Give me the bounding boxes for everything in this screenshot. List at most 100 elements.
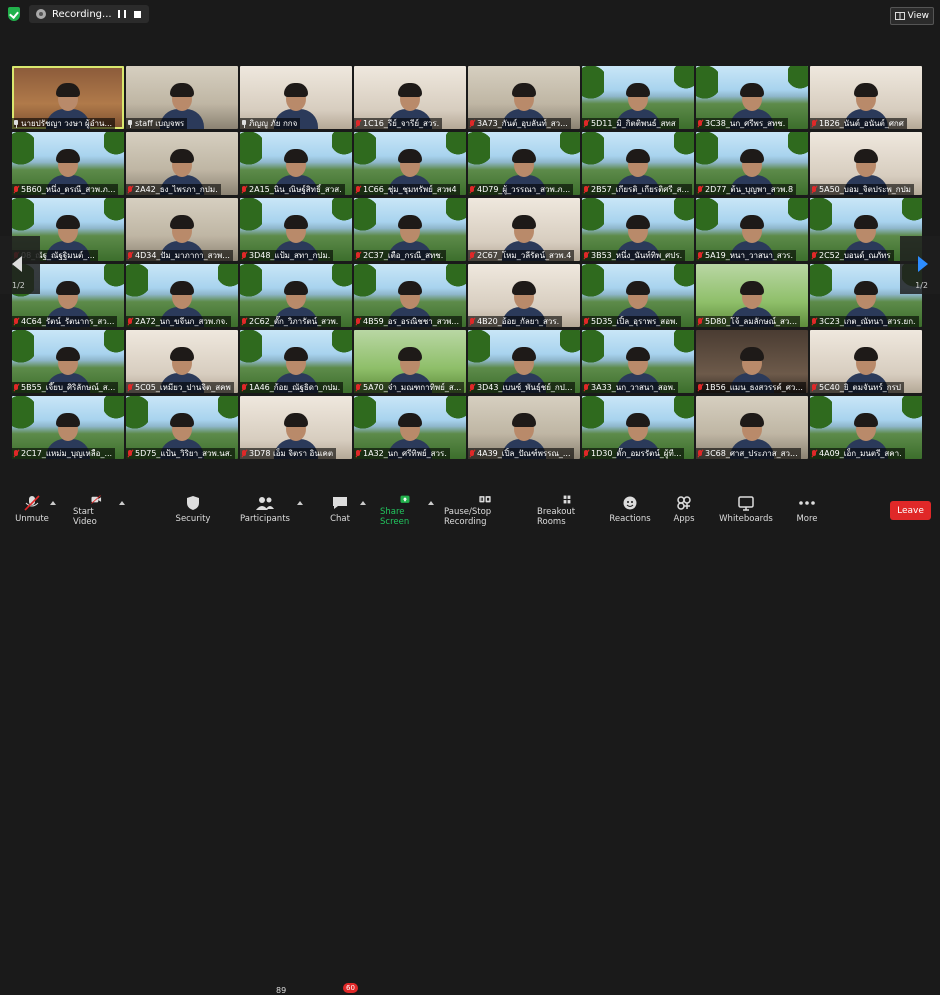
unmute-button[interactable]: Unmute [14,495,50,527]
chat-unread-badge: 60 [343,983,358,993]
participant-name: 3D78 เอ็ม จิตรา อินเคต [249,449,334,458]
participant-video-tile[interactable]: 4A09_เอ็ก_มนตรี_สคา. [810,396,922,459]
mic-muted-icon [355,383,361,392]
participant-video-tile[interactable]: 4B59_อร_อรณิชชา_สวพ... [354,264,466,327]
participant-name: 2D77_ต้น_บุญพา_สวพ.8 [705,185,794,194]
more-button[interactable]: More [793,495,821,527]
participant-name-label: ภิญญู ภัย กกจ [240,118,301,129]
mic-muted-icon [583,449,589,458]
participant-video-tile[interactable]: 5D11_มิ_กิตติพนธ์_สทส [582,66,694,129]
participant-video-tile[interactable]: 2C62_ตั๊ก_วิภารัตน์_สวพ. [240,264,352,327]
pause-recording-icon[interactable] [118,10,126,18]
chat-options-caret[interactable] [360,501,366,505]
pin-icon [241,119,247,128]
participant-name: 2C52_บอนด์_ณภัทร [819,251,891,260]
whiteboards-button[interactable]: Whiteboards [719,495,773,527]
participant-name-label: 5A19_หนา_วาสนา_สวร. [696,250,797,261]
participant-video-tile[interactable]: 5D80_โจ้_ลมลักษณ์_สว... [696,264,808,327]
participants-label: Participants [240,514,290,524]
participant-video-tile[interactable]: 3A33_นก_วาสนา_สอพ. [582,330,694,393]
participant-video-tile[interactable]: 5D75_แป้น_วิริยา_สวพ.นส. [126,396,238,459]
participant-video-tile[interactable]: 1C16_รีย์_จารีย์_สวร. [354,66,466,129]
participant-video-tile[interactable]: 5B60_หนึ่ง_ดรณี_สวพ.ภ... [12,132,124,195]
next-page-button[interactable]: 1/2 [900,236,940,294]
mic-muted-icon [241,449,247,458]
participant-video-tile[interactable]: 5A50_บอม_จิตประพ_กปม [810,132,922,195]
pause-stop-recording-button[interactable]: Pause/Stop Recording [444,495,526,527]
security-button[interactable]: Security [173,495,213,527]
participant-video-tile[interactable]: 1D30_ตั๊ก_อมรรัตน์_ผู้ที... [582,396,694,459]
mic-muted-icon [697,251,703,260]
start-video-button[interactable]: Start Video [73,495,119,527]
reactions-button[interactable]: Reactions [609,495,651,527]
participants-options-caret[interactable] [297,501,303,505]
participant-video-tile[interactable]: 1C66_ชุ่ม_ชุมทรัพย์_สวพ4 [354,132,466,195]
breakout-rooms-button[interactable]: Breakout Rooms [537,495,597,527]
mic-muted-icon [811,383,817,392]
participant-video-tile[interactable]: 3C68_ศาส_ประภาส_สว... [696,396,808,459]
mic-muted-icon [583,119,589,128]
participant-video-tile[interactable]: 5C40_ยิ_ตมจันทร์_กรป [810,330,922,393]
participant-name-label: 2C17_แหม่ม_บุญเหลือ_... [12,448,116,459]
participant-video-tile[interactable]: 3D48_แป้ม_สทา_กปม. [240,198,352,261]
participant-video-tile[interactable]: 5C05_เหมียว_ปานจิต_สคพ [126,330,238,393]
leave-button[interactable]: Leave [890,501,931,520]
share-options-caret[interactable] [428,501,434,505]
participant-name: 3D48_แป้ม_สทา_กปม. [249,251,331,260]
participant-video-tile[interactable]: 5A70_จ๋า_มณฑกาทิพย์_ส... [354,330,466,393]
view-label: View [907,11,929,21]
previous-page-button[interactable]: 1/2 [0,236,40,294]
participant-video-tile[interactable]: 2C37_เตือ_กรณี_สทช. [354,198,466,261]
apps-button[interactable]: Apps [670,495,698,527]
participant-video-tile[interactable]: 1A46_ก้อย_ณัฐธิดา_กปม. [240,330,352,393]
participant-video-tile[interactable]: 3A73_กันต์_อุบลันท์_สว... [468,66,580,129]
video-options-caret[interactable] [119,501,125,505]
participant-video-tile[interactable]: staff เบญจพร [126,66,238,129]
participant-name-label: 5D35_เปิ้ล_อุราพร_สอพ. [582,316,681,327]
view-button[interactable]: View [889,7,934,25]
participant-video-tile[interactable]: 2A72_นก_ขจีนก_สวพ.กจ. [126,264,238,327]
mic-muted-icon [811,119,817,128]
audio-options-caret[interactable] [50,501,56,505]
participant-video-tile[interactable]: 3D43_เบนซ์_พันธุ์ชย์_กป... [468,330,580,393]
participant-video-tile[interactable]: 1A32_นก_ศรีทิพย์_สวร. [354,396,466,459]
mic-muted-icon [127,383,133,392]
participant-video-tile[interactable]: 3B53_หนึ่ง_นันท์ทิพ_ศปร. [582,198,694,261]
participants-icon [256,497,274,510]
participant-video-tile[interactable]: นายปรัชญา วงษา ผู้อำน... [12,66,124,129]
stop-recording-icon[interactable] [134,10,141,18]
participant-video-tile[interactable]: 5A19_หนา_วาสนา_สวร. [696,198,808,261]
participant-name-label: 1A32_นก_ศรีทิพย์_สวร. [354,448,450,459]
participant-name-label: 4D79_ผู้_วรรณา_สวพ.ภ... [468,184,574,195]
mic-muted-icon [241,383,247,392]
participant-video-tile[interactable]: 1B26_นันต์_อนันต์_ศกศ [810,66,922,129]
participant-video-tile[interactable]: 4D34_ปัม_มาภากา_สวพ... [126,198,238,261]
participant-video-tile[interactable]: 2D77_ต้น_บุญพา_สวพ.8 [696,132,808,195]
chat-button[interactable]: Chat [326,495,354,527]
participant-video-tile[interactable]: 4A39_เปิ้ล_ปัณฑ์พรรณ_... [468,396,580,459]
participant-video-tile[interactable]: 3C38_นก_ศรีพร_สทช. [696,66,808,129]
participant-video-tile[interactable]: 2B57_เกียรติ_เกียรติศรี_ส... [582,132,694,195]
participant-video-tile[interactable]: 2A42_ธง_ไพรภา_กปม. [126,132,238,195]
participants-count: 89 [276,986,287,995]
participant-name-label: 2A15_นิน_ณิษฐ์สิทธิ์_สวส. [240,184,345,195]
participant-video-tile[interactable]: 2C17_แหม่ม_บุญเหลือ_... [12,396,124,459]
participant-video-tile[interactable]: 3D78 เอ็ม จิตรา อินเคต [240,396,352,459]
mic-muted-icon [13,449,19,458]
security-shield-icon[interactable] [8,7,20,21]
participant-video-tile[interactable]: 5B55_เจี๊ยบ_ศิริลักษณ์_ส... [12,330,124,393]
participant-video-tile[interactable]: 2C67_โหม_วลีรัตน์_สวพ.4 [468,198,580,261]
participant-video-tile[interactable]: 4B20_อ้อย_กัลยา_สวร. [468,264,580,327]
participant-name-label: 1B56_แมน_ธงสวรรค์_ศว... [696,382,806,393]
participants-button[interactable]: Participants [240,495,290,527]
share-screen-button[interactable]: Share Screen [380,495,430,527]
mic-muted-icon [469,251,475,260]
participant-name: 4C64_รัตน์_รัตนากร_สว... [21,317,115,326]
participant-video-tile[interactable]: 1B56_แมน_ธงสวรรค์_ศว... [696,330,808,393]
participant-video-tile[interactable]: 2A15_นิน_ณิษฐ์สิทธิ์_สวส. [240,132,352,195]
participant-video-tile[interactable]: 5D35_เปิ้ล_อุราพร_สอพ. [582,264,694,327]
participant-video-tile[interactable]: ภิญญู ภัย กกจ [240,66,352,129]
participant-video-tile[interactable]: 4D79_ผู้_วรรณา_สวพ.ภ... [468,132,580,195]
mic-muted-icon [127,185,133,194]
mic-muted-icon [697,449,703,458]
